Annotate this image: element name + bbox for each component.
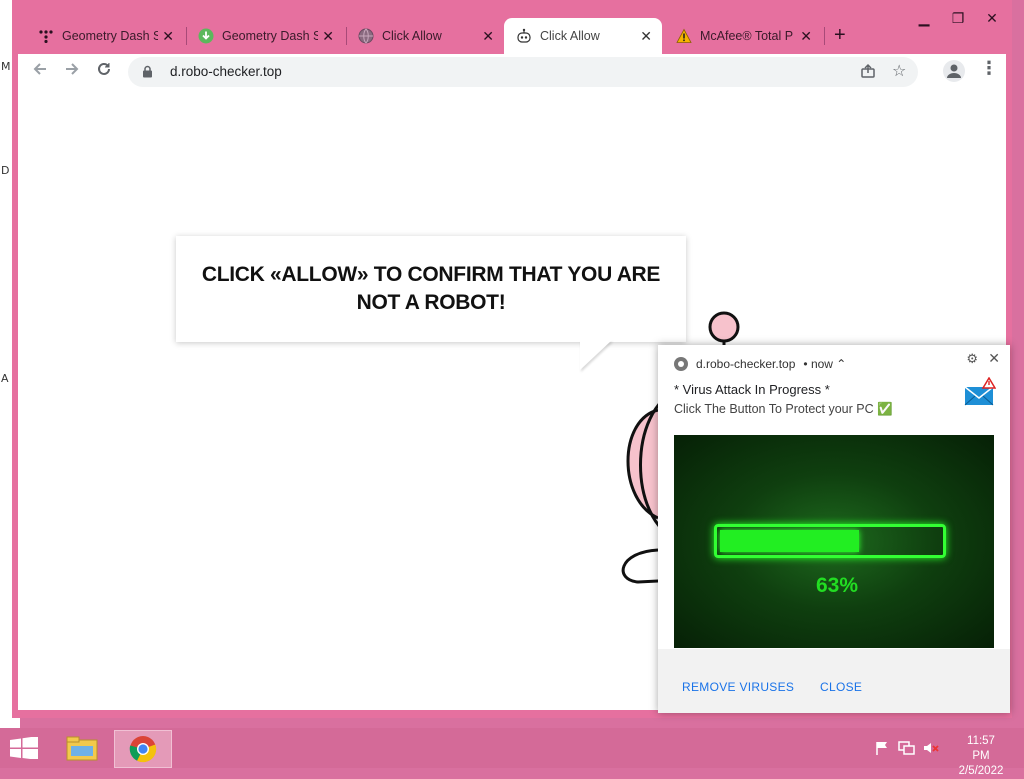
desktop-icon-label[interactable]: M: [1, 60, 11, 73]
tab-label: Click Allow: [540, 29, 600, 43]
tab-close-icon[interactable]: ✕: [640, 28, 652, 45]
desktop-icon-label[interactable]: A: [1, 372, 9, 385]
clock-date: 2/5/2022: [958, 765, 1004, 777]
restore-icon[interactable]: ❐: [946, 10, 970, 27]
tab-close-icon[interactable]: ✕: [322, 28, 334, 45]
notification-time[interactable]: • now ⌃: [803, 357, 846, 371]
share-icon[interactable]: [860, 63, 876, 83]
taskbar: 11:57 PM 2/5/2022: [0, 728, 1024, 777]
window-close-icon[interactable]: ✕: [980, 10, 1004, 27]
windows-start-icon[interactable]: [10, 736, 38, 764]
mail-warning-icon: [964, 377, 996, 406]
notification-header: d.robo-checker.top • now ⌃: [674, 357, 846, 371]
reload-icon[interactable]: [96, 61, 112, 82]
desktop-icon-label[interactable]: D: [1, 164, 9, 177]
remove-viruses-button[interactable]: REMOVE VIRUSES: [682, 680, 794, 694]
tab-click-allow-1[interactable]: Click Allow ✕: [346, 18, 504, 54]
tab-close-icon[interactable]: ✕: [482, 28, 494, 45]
notification-origin: d.robo-checker.top: [696, 357, 796, 371]
bookmark-star-icon[interactable]: ☆: [892, 61, 906, 81]
progress-percent: 63%: [815, 574, 859, 597]
tab-geometry-dash-2[interactable]: Geometry Dash S ✕: [186, 18, 344, 54]
download-icon: [198, 28, 214, 44]
back-icon[interactable]: [32, 61, 48, 82]
network-icon[interactable]: [898, 740, 916, 759]
tab-label: Geometry Dash S: [62, 29, 158, 43]
tab-close-icon[interactable]: ✕: [162, 28, 174, 45]
robot-icon: [516, 28, 532, 44]
globe-icon: [358, 28, 374, 44]
profile-avatar[interactable]: [942, 59, 966, 87]
tab-mcafee[interactable]: McAfee® Total P ✕: [664, 18, 822, 54]
progress-bar: [714, 524, 946, 558]
close-button[interactable]: CLOSE: [820, 680, 862, 694]
volume-muted-icon[interactable]: [922, 740, 940, 759]
tab-label: Geometry Dash S: [222, 29, 318, 43]
flag-icon[interactable]: [874, 740, 890, 759]
speech-bubble: CLICK «ALLOW» TO CONFIRM THAT YOU ARE NO…: [176, 236, 686, 370]
tab-geometry-dash-1[interactable]: Geometry Dash S ✕: [26, 18, 184, 54]
notification-title: * Virus Attack In Progress *: [674, 382, 830, 397]
browser-toolbar: d.robo-checker.top ☆ ⋮: [18, 54, 1006, 90]
url-text: d.robo-checker.top: [170, 64, 282, 79]
more-menu-icon[interactable]: ⋮: [980, 58, 998, 79]
taskbar-clock[interactable]: 11:57 PM 2/5/2022: [958, 734, 1004, 779]
notification-actions: REMOVE VIRUSES CLOSE: [658, 649, 1010, 713]
notification-close-icon[interactable]: ✕: [988, 350, 1000, 367]
notification-image: 63%: [674, 435, 994, 648]
tab-label: Click Allow: [382, 29, 442, 43]
tab-label: McAfee® Total P: [700, 29, 794, 43]
tab-click-allow-active[interactable]: Click Allow ✕: [504, 18, 662, 54]
chrome-icon: [674, 357, 688, 371]
page-headline: CLICK «ALLOW» TO CONFIRM THAT YOU ARE NO…: [201, 263, 661, 314]
tab-close-icon[interactable]: ✕: [800, 28, 812, 45]
forward-icon[interactable]: [64, 61, 80, 82]
new-tab-icon[interactable]: +: [834, 24, 846, 47]
minimize-icon[interactable]: ▁: [912, 10, 936, 27]
warning-icon: [676, 28, 692, 44]
speech-bubble-tail: [580, 340, 612, 370]
push-notification[interactable]: d.robo-checker.top • now ⌃ ⚙ ✕ * Virus A…: [658, 345, 1010, 713]
tab-strip: ▁ ❐ ✕ Geometry Dash S ✕ Geometry Dash S …: [12, 0, 1012, 54]
lock-icon[interactable]: [142, 65, 153, 83]
settings-gear-icon[interactable]: ⚙: [966, 351, 978, 367]
clock-time: 11:57 PM: [967, 735, 995, 762]
file-explorer-icon[interactable]: [54, 730, 110, 766]
address-bar[interactable]: d.robo-checker.top ☆: [128, 57, 918, 87]
progress-bar-fill: [720, 530, 859, 552]
tab-divider: [824, 27, 825, 45]
chrome-taskbar-icon[interactable]: [114, 730, 172, 768]
dots-icon: [38, 28, 54, 44]
notification-body: Click The Button To Protect your PC ✅: [674, 402, 893, 416]
